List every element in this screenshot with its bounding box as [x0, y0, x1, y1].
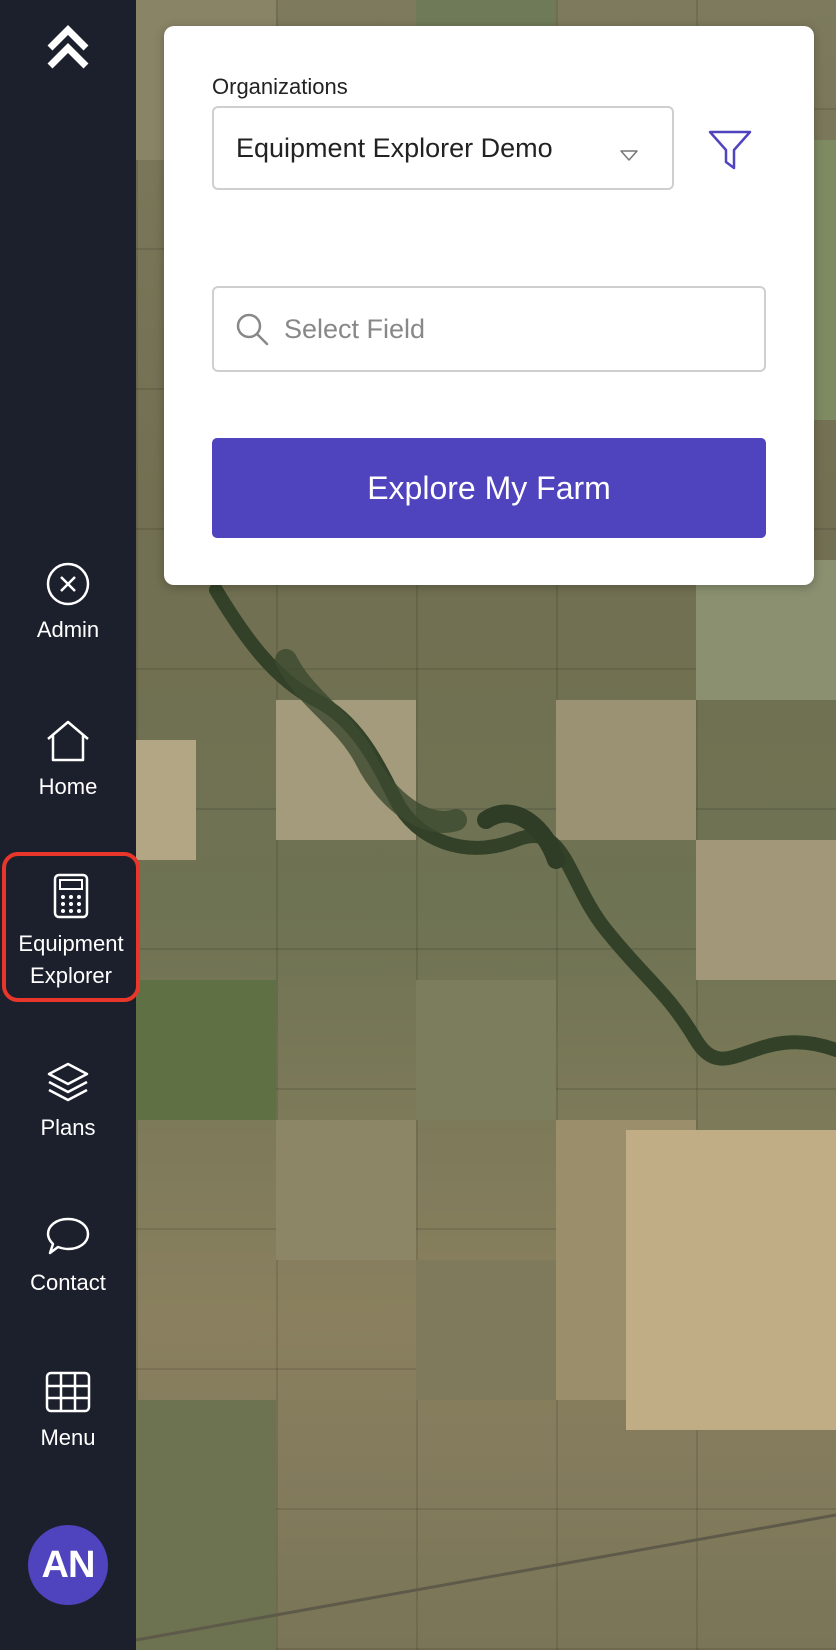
- home-icon: [44, 717, 92, 765]
- sidebar-item-label: Equipment Explorer: [18, 931, 124, 988]
- sidebar-item-label: Home: [38, 774, 98, 799]
- sidebar-item-plans[interactable]: Plans: [0, 1058, 136, 1144]
- chevron-down-icon: [620, 138, 638, 169]
- sidebar-item-label: Contact: [30, 1270, 106, 1295]
- sidebar-item-contact[interactable]: Contact: [0, 1213, 136, 1299]
- sidebar-item-label: Plans: [40, 1115, 96, 1140]
- filter-icon[interactable]: [706, 126, 754, 174]
- grid-icon: [44, 1368, 92, 1416]
- close-circle-icon: [44, 560, 92, 608]
- sidebar-item-menu[interactable]: Menu: [0, 1368, 136, 1454]
- sidebar-item-label: Menu: [40, 1425, 96, 1450]
- sidebar: Admin Home Equipment Explorer Plans Cont…: [0, 0, 140, 1650]
- layers-icon: [44, 1058, 92, 1106]
- select-field-text[interactable]: [282, 312, 746, 346]
- sidebar-item-admin[interactable]: Admin: [0, 560, 136, 646]
- select-field-input[interactable]: [212, 286, 766, 372]
- explore-my-farm-button[interactable]: Explore My Farm: [212, 438, 766, 538]
- chat-bubble-icon: [44, 1213, 92, 1261]
- sidebar-item-label: Admin: [36, 617, 100, 642]
- organization-select[interactable]: Equipment Explorer Demo: [212, 106, 674, 190]
- sidebar-item-home[interactable]: Home: [0, 717, 136, 803]
- avatar[interactable]: AN: [28, 1525, 108, 1605]
- calculator-icon: [47, 872, 95, 920]
- organizations-label: Organizations: [212, 74, 348, 99]
- search-icon: [236, 313, 269, 346]
- logo-icon[interactable]: [44, 22, 92, 74]
- organization-select-value: Equipment Explorer Demo: [236, 132, 553, 163]
- sidebar-item-equipment-explorer[interactable]: Equipment Explorer: [2, 852, 140, 1002]
- explore-panel: Organizations Equipment Explorer Demo Ex…: [164, 26, 814, 585]
